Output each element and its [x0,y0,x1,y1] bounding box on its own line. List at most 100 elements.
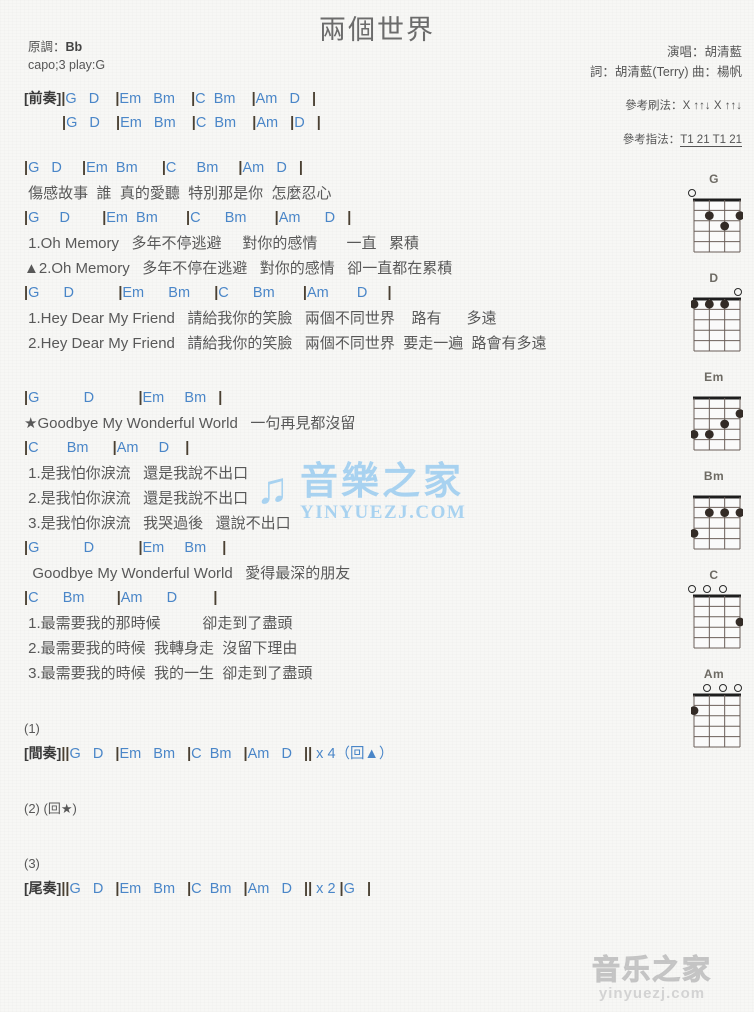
ending-chord-line: [尾奏]||G D |Em Bm |C Bm |Am D || x 2 |G | [0,876,688,901]
chord-text: |C Bm |Am D | [24,440,190,456]
chord-diagram-name: C [709,568,719,582]
open-string-circle [718,684,727,692]
section-tag: [尾奏] [24,880,62,896]
chord-text: ||G D |Em Bm |C Bm |Am D || x 2 |G | [61,881,372,897]
chord-line: |G D |Em Bm |C Bm |Am D | [0,156,688,181]
section-tag: [前奏] [24,90,62,106]
chord-line: |G D |Em Bm |C Bm |Am D | [0,206,688,231]
chord-diagram-bm: Bm [678,469,750,552]
lyric-text: 2.最需要我的時候 我轉身走 沒留下理由 [24,640,298,657]
chord-diagram-name: D [709,271,719,285]
lyric-text: 2.Hey Dear My Friend 請給我你的笑臉 兩個不同世界 要走一遍… [24,335,547,352]
chord-line: |G D |Em Bm |C Bm |Am D | [0,281,688,306]
chord-text: |G D |Em Bm |C Bm |Am D | [24,210,352,226]
chord-text: |G D |Em Bm |C Bm |Am D | [24,285,392,301]
lyric-line: 3.是我怕你淚流 我哭過後 還說不出口 [0,511,688,536]
chord-diagram-name: Em [704,370,724,384]
section-tag: [間奏] [24,745,62,761]
lyric-text: 1.最需要我的那時候 卻走到了盡頭 [24,615,293,632]
watermark-bottom: 音乐之家 yinyuezj.com [591,954,713,1002]
ending-number: (1) [24,721,40,736]
chord-diagram-name: Bm [703,469,725,483]
lyric-text: ★Goodbye My Wonderful World 一句再見都沒留 [24,415,356,432]
lyric-line: ▲2.Oh Memory 多年不停在逃避 對你的感情 卻一直都在累積 [0,256,688,281]
lyric-line: 2.是我怕你淚流 還是我說不出口 [0,486,688,511]
meta-left: 原調：Bb capo;3 play:G [28,38,105,74]
ending-spacer [0,821,688,851]
open-string-row [691,485,737,494]
lyric-text: 1.Oh Memory 多年不停逃避 對你的感情 一直 累積 [24,235,420,252]
chord-line: |G D |Em Bm | [0,536,688,561]
writer-row: 詞：胡清藍(Terry) 曲：楊帆 [589,65,742,79]
chord-diagram-em: Em [678,370,750,453]
open-string-circle [688,189,696,197]
open-string-circle [703,684,712,692]
chord-diagram-d: D [678,271,750,354]
lyric-line: 2.Hey Dear My Friend 請給我你的笑臉 兩個不同世界 要走一遍… [0,331,688,356]
chord-text: |G D |Em Bm | [24,390,223,406]
lyric-text: 2.是我怕你淚流 還是我說不出口 [24,490,249,507]
chord-diagram-name: Am [703,667,725,681]
chord-text: ||G D |Em Bm |C Bm |Am D || x 4（回▲） [61,746,394,762]
fretboard [691,296,741,354]
original-key-row: 原調：Bb [28,38,105,56]
strum-pattern: X ↑↑↓ X ↑↑↓ [682,100,742,112]
chord-line: |C Bm |Am D | [0,586,688,611]
lyric-text: 1.Hey Dear My Friend 請給我你的笑臉 兩個不同世界 路有 多… [24,310,497,327]
ending-number: (2) (回★) [24,801,77,816]
chord-line: |G D |Em Bm |C Bm |Am |D | [0,111,688,136]
ending-number: (3) [24,856,40,871]
ending-chord-line: [間奏]||G D |Em Bm |C Bm |Am D || x 4（回▲） [0,741,688,766]
lyric-line: 傷感故事 誰 真的愛聽 特別那是你 怎麼忍心 [0,181,688,206]
open-string-row [691,683,742,692]
lyric-line: 3.最需要我的時候 我的一生 卻走到了盡頭 [0,661,688,686]
chord-diagram-g: G [678,172,750,255]
fretboard [691,494,743,552]
chord-text: |G D |Em Bm |C Bm |Am D | [61,91,317,107]
capo-row: capo;3 play:G [28,58,106,72]
fretboard [691,692,741,750]
original-key-label: 原調： [28,40,66,54]
open-string-circle [734,684,742,692]
lyric-text: ▲2.Oh Memory 多年不停在逃避 對你的感情 卻一直都在累積 [24,260,453,277]
lyric-line: ★Goodbye My Wonderful World 一句再見都沒留 [0,411,688,436]
original-key-value: Bb [65,40,83,54]
open-string-row [688,584,737,593]
watermark-bottom-url: yinyuezj.com [598,985,706,1002]
lyric-line: 1.是我怕你淚流 還是我說不出口 [0,461,688,486]
lyric-line: 1.最需要我的那時候 卻走到了盡頭 [0,611,688,636]
fretboard [691,197,743,255]
lyric-text: 1.是我怕你淚流 還是我說不出口 [24,465,249,482]
open-string-circle [703,585,712,593]
lyric-text: Goodbye My Wonderful World 愛得最深的朋友 [24,565,351,582]
watermark-bottom-text: 音乐之家 [591,954,713,985]
chord-lyric-body: [前奏]|G D |Em Bm |C Bm |Am D | |G D |Em Bm… [0,86,688,931]
chord-line: [前奏]|G D |Em Bm |C Bm |Am D | [0,86,688,111]
chord-line: |C Bm |Am D | [0,436,688,461]
chord-text: |G D |Em Bm |C Bm |Am D | [24,160,303,176]
pick-pattern: T1 21 T1 21 [680,134,742,147]
open-string-circle [734,288,742,296]
chord-diagram-column: G D Em Bm C Am [678,172,750,766]
chord-sheet: 兩個世界 原調：Bb capo;3 play:G 演唱：胡清藍 詞：胡清藍(Te… [0,0,754,1012]
chord-diagram-c: C [678,568,750,651]
fretboard [691,593,743,651]
chord-diagram-am: Am [678,667,750,750]
lyric-line: 1.Hey Dear My Friend 請給我你的笑臉 兩個不同世界 路有 多… [0,306,688,331]
open-string-circle [718,585,727,593]
lyric-text: 3.是我怕你淚流 我哭過後 還說不出口 [24,515,291,532]
lyric-text: 3.最需要我的時候 我的一生 卻走到了盡頭 [24,665,313,682]
chord-line: |G D |Em Bm | [0,386,688,411]
open-string-row [691,386,737,395]
chord-text: |G D |Em Bm |C Bm |Am |D | [62,115,321,131]
chord-text: |G D |Em Bm | [24,540,227,556]
lyric-line: 2.最需要我的時候 我轉身走 沒留下理由 [0,636,688,661]
ending-spacer [0,901,688,931]
open-string-circle [688,585,696,593]
ending-spacer [0,766,688,796]
fretboard [691,395,743,453]
open-string-row [688,188,737,197]
